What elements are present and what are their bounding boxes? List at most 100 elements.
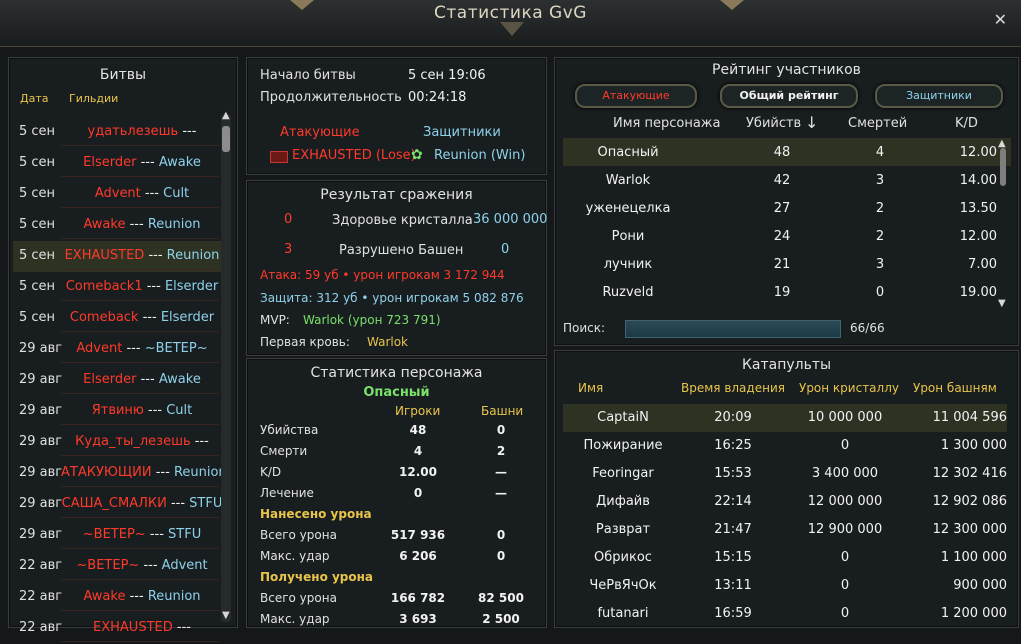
versus-separator: --- (190, 434, 209, 449)
catapult-row[interactable]: Дифайв 22:14 12 000 000 12 902 086 (563, 488, 1007, 516)
catapult-name: Feoringar (592, 466, 654, 481)
battle-teams: Ятвиню --- Cult (61, 403, 223, 418)
battle-row[interactable]: 5 сен Awake --- Reunion (13, 210, 223, 241)
catapult-row[interactable]: Обрикос 15:15 0 1 100 000 (563, 544, 1007, 572)
rating-row[interactable]: лучник 21 3 7.00 (563, 250, 1011, 278)
battle-row[interactable]: 29 авг Advent --- ~ВЕТЕР~ (13, 334, 223, 365)
player-kills: 27 (773, 201, 791, 216)
battle-date: 29 авг (19, 341, 63, 356)
catapults-panel: Катапульты Имя Время владения Урон крист… (554, 350, 1019, 628)
col-deaths[interactable]: Смертей (848, 116, 907, 131)
battles-panel: Битвы Дата Гильдии 5 сен удатьлезешь --- … (8, 57, 238, 642)
column-date: Дата (20, 92, 49, 105)
battle-row[interactable]: 5 сен EXHAUSTED --- Reunion (13, 241, 223, 272)
battle-row[interactable]: 29 авг САША_СМАЛКИ --- STFU (13, 489, 223, 520)
stat-players-value: 517 936 (390, 528, 446, 542)
battle-row[interactable]: 29 авг АТАКУЮЩИЙ --- Reunion (13, 458, 223, 489)
battle-row[interactable]: 29 авг Elserder --- Awake (13, 365, 223, 396)
tab-overall[interactable]: Общий рейтинг (720, 84, 858, 108)
rating-title: Рейтинг участников (712, 62, 861, 78)
player-deaths: 4 (875, 145, 885, 160)
battle-row[interactable]: 22 авг Awake --- Reunion (13, 582, 223, 613)
dealt-title: Нанесено урона (260, 507, 372, 521)
battle-divider (61, 176, 219, 177)
battle-date: 5 сен (19, 186, 56, 201)
versus-separator: --- (142, 279, 165, 294)
catapult-row[interactable]: futanari 16:59 0 1 200 000 (563, 600, 1007, 628)
battle-divider (61, 393, 219, 394)
player-kd: 12.00 (959, 229, 997, 244)
battle-row[interactable]: 5 сен Advent --- Cult (13, 179, 223, 210)
rating-row[interactable]: уженецелка 27 2 13.50 (563, 194, 1011, 222)
catapult-row[interactable]: Feoringar 15:53 3 400 000 12 302 416 (563, 460, 1007, 488)
battle-row[interactable]: 22 авг ~ВЕТЕР~ --- Advent (13, 551, 223, 582)
col-name[interactable]: Имя персонажа (613, 116, 720, 131)
battle-date: 29 авг (19, 403, 63, 418)
col-kd[interactable]: K/D (955, 116, 978, 131)
battle-divider (61, 548, 219, 549)
battle-date: 29 авг (19, 527, 63, 542)
scroll-down-icon[interactable]: ▼ (222, 610, 230, 621)
attacker-guild: Elserder (83, 155, 137, 170)
rating-row[interactable]: Warlok 42 3 14.00 (563, 166, 1011, 194)
rating-row[interactable]: Рони 24 2 12.00 (563, 222, 1011, 250)
tab-defenders[interactable]: Защитники (875, 84, 1003, 108)
catapult-name: Обрикос (594, 550, 652, 565)
rating-panel: Рейтинг участников Атакующие Общий рейти… (554, 57, 1019, 346)
catapult-row[interactable]: ЧеРвЯчОк 13:11 0 900 000 (563, 572, 1007, 600)
battle-row[interactable]: 5 сен удатьлезешь --- (13, 117, 223, 148)
battle-teams: Comeback --- Elserder (61, 310, 223, 325)
catapult-crystal-damage: 3 400 000 (811, 466, 879, 481)
attacker-guild: ~ВЕТЕР~ (76, 558, 140, 573)
tab-attackers[interactable]: Атакующие (575, 84, 697, 108)
battle-row[interactable]: 29 авг Куда_ты_лезешь --- (13, 427, 223, 458)
catapult-time: 13:11 (714, 578, 752, 593)
stat-label: Лечение (260, 486, 314, 500)
battle-divider (61, 486, 219, 487)
col-kills[interactable]: Убийств (746, 116, 801, 131)
catapult-row[interactable]: Пожирание 16:25 0 1 300 000 (563, 432, 1007, 460)
battle-row[interactable]: 5 сен Comeback --- Elserder (13, 303, 223, 334)
search-input[interactable] (625, 320, 841, 338)
player-name: лучник (603, 257, 653, 272)
battle-row[interactable]: 29 авг Ятвиню --- Cult (13, 396, 223, 427)
stat-players-value: 0 (413, 486, 423, 500)
catapult-time: 21:47 (714, 522, 752, 537)
close-icon[interactable]: ✕ (994, 10, 1007, 29)
char-name: Опасный (363, 385, 430, 400)
rating-row[interactable]: Опасный 48 4 12.00 (563, 138, 1011, 166)
battle-divider (61, 331, 219, 332)
crystal-left: 0 (284, 212, 293, 227)
sort-down-icon[interactable]: ↓ (805, 113, 818, 132)
player-kd: 7.00 (968, 257, 997, 272)
battle-row[interactable]: 5 сен Elserder --- Awake (13, 148, 223, 179)
attacker-result: EXHAUSTED (Lose) (292, 148, 416, 163)
catapult-name: Дифайв (596, 494, 650, 509)
result-title: Результат сражения (320, 187, 473, 203)
catapult-row[interactable]: CaptaiN 20:09 10 000 000 11 004 596 (563, 404, 1007, 432)
rating-scroll-thumb[interactable] (1000, 148, 1006, 186)
versus-separator: --- (125, 217, 148, 232)
defender-guild: Cult (166, 403, 193, 418)
battle-row[interactable]: 29 авг ~ВЕТЕР~ --- STFU (13, 520, 223, 551)
stat-label: K/D (260, 465, 282, 479)
battle-divider (61, 269, 219, 270)
battle-date: 22 авг (19, 589, 63, 604)
player-deaths: 3 (875, 173, 885, 188)
battles-scrollbar[interactable] (221, 114, 231, 622)
rating-scroll-down-icon[interactable]: ▼ (998, 298, 1006, 309)
player-kills: 42 (773, 173, 791, 188)
battle-row[interactable]: 5 сен Comeback1 --- Elserder (13, 272, 223, 303)
defender-guild: Reunion (173, 465, 223, 480)
battles-scroll-thumb[interactable] (222, 126, 230, 152)
rating-row[interactable]: Ruzveld 19 0 19.00 (563, 278, 1011, 306)
column-guilds: Гильдии (69, 92, 119, 105)
battle-teams: удатьлезешь --- (61, 124, 223, 139)
battle-result-panel: Результат сражения 0 Здоровье кристалла … (246, 180, 547, 356)
scroll-up-icon[interactable]: ▲ (222, 110, 230, 121)
catapult-row[interactable]: Разврат 21:47 12 900 000 12 300 000 (563, 516, 1007, 544)
versus-separator: --- (139, 558, 162, 573)
col-cat-towers: Урон башням (913, 381, 997, 395)
battle-row[interactable]: 22 авг EXHAUSTED --- (13, 613, 223, 644)
battle-divider (61, 238, 219, 239)
